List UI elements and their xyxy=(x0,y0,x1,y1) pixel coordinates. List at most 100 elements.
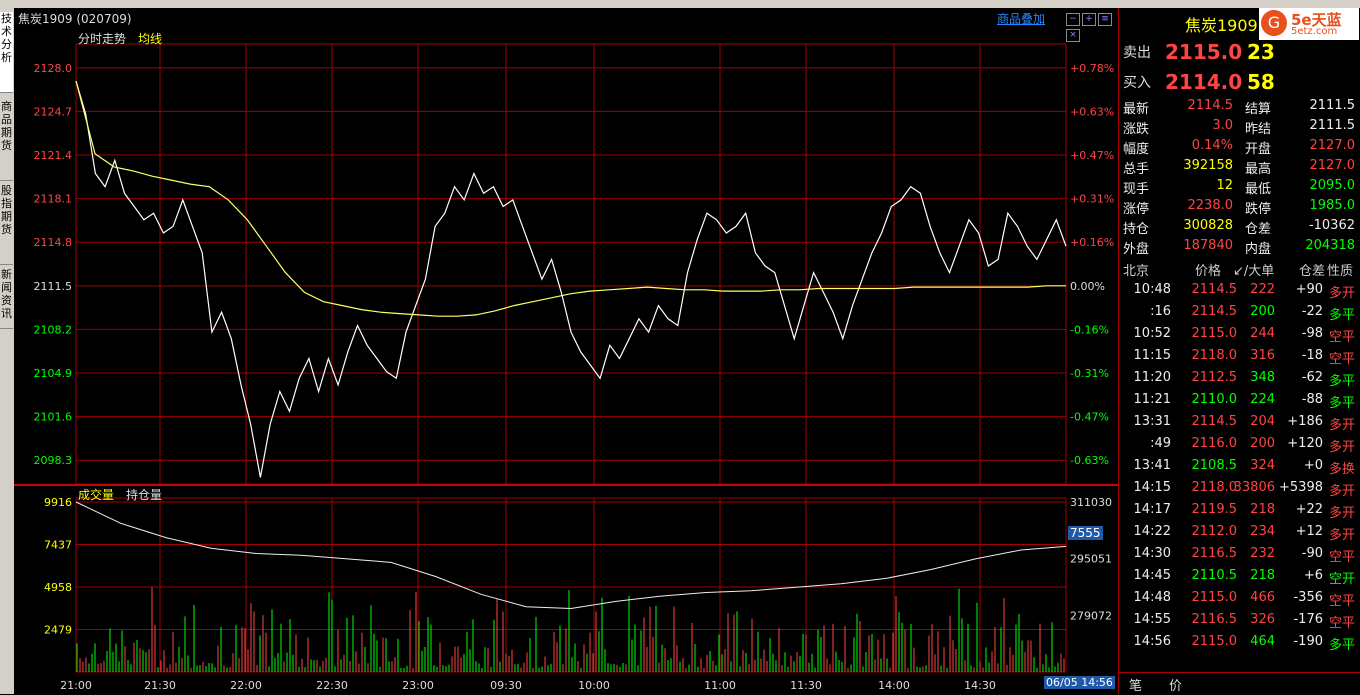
sell-price: 2115.0 xyxy=(1165,40,1243,64)
pct-axis-label: -0.63% xyxy=(1070,454,1109,467)
side-tab-news[interactable]: 新闻资讯 xyxy=(0,268,13,329)
stat-value: 1985.0 xyxy=(1309,198,1356,213)
pct-axis-label: +0.31% xyxy=(1070,193,1114,206)
trade-time: 10:48 xyxy=(1133,282,1171,297)
time-axis-label: 11:00 xyxy=(704,679,736,692)
stat-label: 涨停 xyxy=(1123,202,1150,217)
trade-volume: 204 xyxy=(1250,414,1275,429)
volume-axis-label: 9916 xyxy=(44,496,72,509)
trade-price: 2118.0 xyxy=(1191,348,1238,363)
bottom-tabs: 笔 价 xyxy=(1119,672,1360,695)
pct-axis-label: -0.47% xyxy=(1070,411,1109,424)
price-axis-label: 2111.5 xyxy=(34,280,73,293)
trade-oi: -88 xyxy=(1301,392,1323,407)
trade-row[interactable]: 13:31 2114.5 204 +186 多开 xyxy=(1123,414,1359,436)
trade-time: 14:30 xyxy=(1133,546,1171,561)
stat-value: 2095.0 xyxy=(1309,178,1356,193)
tab-prices[interactable]: 价 xyxy=(1169,675,1182,694)
trade-volume: 218 xyxy=(1250,568,1275,583)
trades-header-oi: 仓差 xyxy=(1299,264,1326,279)
stat-value: 0.14% xyxy=(1191,138,1233,153)
trade-nature: 空开 xyxy=(1328,572,1355,587)
trade-oi: +22 xyxy=(1295,502,1323,517)
chart-svg[interactable]: 2128.0 +0.78% 2124.7 +0.63% 2121.4 +0.47% 2118… xyxy=(14,8,1118,694)
trade-row[interactable]: 10:52 2115.0 244 -98 空平 xyxy=(1123,326,1359,348)
trade-row[interactable]: 14:48 2115.0 466 -356 空平 xyxy=(1123,590,1359,612)
time-axis-label: 14:00 xyxy=(878,679,910,692)
tab-time-sharing[interactable]: 分时走势 xyxy=(78,30,126,47)
overlay-button[interactable]: 商品叠加 xyxy=(997,10,1045,27)
trade-row[interactable]: 14:55 2116.5 326 -176 空平 xyxy=(1123,612,1359,634)
trade-oi: +186 xyxy=(1287,414,1323,429)
price-axis-label: 2118.1 xyxy=(34,193,73,206)
trade-row[interactable]: 14:56 2115.0 464 -190 多平 xyxy=(1123,634,1359,656)
tab-volume[interactable]: 成交量 xyxy=(78,486,114,503)
close-icon[interactable]: × xyxy=(1066,29,1080,42)
pct-axis-label: 0.00% xyxy=(1070,280,1105,293)
time-axis-label: 14:30 xyxy=(964,679,996,692)
trade-time: 14:56 xyxy=(1133,634,1171,649)
trade-oi: +12 xyxy=(1295,524,1323,539)
stat-label: 最高 xyxy=(1245,162,1272,177)
stat-value: 300828 xyxy=(1183,218,1233,233)
quote-stat-row: 涨跌 3.0 昨结 2111.5 xyxy=(1123,118,1359,138)
trade-volume: 232 xyxy=(1250,546,1275,561)
trade-oi: -190 xyxy=(1293,634,1323,649)
trade-row[interactable]: 11:15 2118.0 316 -18 空平 xyxy=(1123,348,1359,370)
zoom-in-icon[interactable]: + xyxy=(1082,13,1096,26)
trades-header-price: 价格 xyxy=(1195,264,1222,279)
quote-stat-row: 外盘 187840 内盘 204318 xyxy=(1123,238,1359,258)
quote-stat-row: 现手 12 最低 2095.0 xyxy=(1123,178,1359,198)
pct-axis-label: +0.78% xyxy=(1070,62,1114,75)
side-tab-tech-analysis[interactable]: 技术分析 xyxy=(0,12,13,93)
stat-label: 开盘 xyxy=(1245,142,1272,157)
trade-time: :16 xyxy=(1150,304,1171,319)
trade-row[interactable]: 14:15 2118.0 33806 +5398 多开 xyxy=(1123,480,1359,502)
trade-row[interactable]: 10:48 2114.5 222 +90 多开 xyxy=(1123,282,1359,304)
side-tab-index-futures[interactable]: 股指期货 xyxy=(0,184,13,265)
stat-value: 12 xyxy=(1216,178,1233,193)
trade-volume: 234 xyxy=(1250,524,1275,539)
trade-time: 13:41 xyxy=(1133,458,1171,473)
stat-label: 内盘 xyxy=(1245,242,1272,257)
trades-header-time: 北京 xyxy=(1123,264,1150,279)
stat-value: 3.0 xyxy=(1212,118,1233,133)
tab-ticks[interactable]: 笔 xyxy=(1129,675,1142,694)
trade-oi: +0 xyxy=(1303,458,1323,473)
trade-price: 2110.5 xyxy=(1191,568,1238,583)
trade-oi: -176 xyxy=(1293,612,1323,627)
trade-row[interactable]: 14:30 2116.5 232 -90 空平 xyxy=(1123,546,1359,568)
trade-row[interactable]: :49 2116.0 200 +120 多开 xyxy=(1123,436,1359,458)
stat-label: 幅度 xyxy=(1123,142,1150,157)
trade-row[interactable]: 13:41 2108.5 324 +0 多换 xyxy=(1123,458,1359,480)
stat-value: 2111.5 xyxy=(1309,118,1356,133)
price-axis-label: 2098.3 xyxy=(34,454,73,467)
stat-label: 结算 xyxy=(1245,102,1272,117)
trade-row[interactable]: 14:17 2119.5 218 +22 多开 xyxy=(1123,502,1359,524)
trades-header-nature: 性质 xyxy=(1327,264,1354,279)
trade-volume: 466 xyxy=(1250,590,1275,605)
stat-label: 昨结 xyxy=(1245,122,1272,137)
trade-oi: -18 xyxy=(1301,348,1323,363)
price-axis-label: 2114.8 xyxy=(34,236,73,249)
trade-row[interactable]: 11:21 2110.0 224 -88 多平 xyxy=(1123,392,1359,414)
trade-nature: 多开 xyxy=(1328,484,1355,499)
trade-volume: 348 xyxy=(1250,370,1275,385)
trade-row[interactable]: 14:45 2110.5 218 +6 空开 xyxy=(1123,568,1359,590)
side-tab-commodity-futures[interactable]: 商品期货 xyxy=(0,100,13,181)
stat-label: 涨跌 xyxy=(1123,122,1150,137)
zoom-out-icon[interactable]: − xyxy=(1066,13,1080,26)
tab-open-interest[interactable]: 持仓量 xyxy=(126,486,162,503)
trade-oi: -356 xyxy=(1293,590,1323,605)
trade-row[interactable]: 11:20 2112.5 348 -62 多平 xyxy=(1123,370,1359,392)
trade-row[interactable]: :16 2114.5 200 -22 多平 xyxy=(1123,304,1359,326)
tab-average-line[interactable]: 均线 xyxy=(138,30,162,47)
quote-title: 焦炭1909 ( xyxy=(1185,16,1270,35)
volume-axis-label: 7437 xyxy=(44,539,72,552)
trade-time: 11:21 xyxy=(1133,392,1171,407)
stat-value: 2127.0 xyxy=(1309,138,1356,153)
trade-row[interactable]: 14:22 2112.0 234 +12 多开 xyxy=(1123,524,1359,546)
buy-qty: 58 xyxy=(1247,70,1275,94)
settings-icon[interactable]: ≡ xyxy=(1098,13,1112,26)
quote-panel: 焦炭1909 ( G 5e天蓝 5etz.com 卖出 2115.0 23 买入… xyxy=(1118,8,1360,694)
